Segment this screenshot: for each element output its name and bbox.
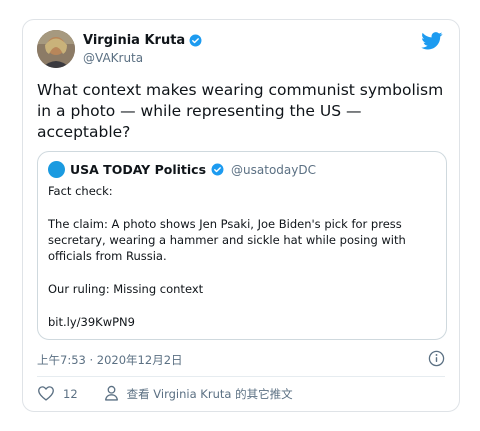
quoted-author-display-name: USA TODAY Politics bbox=[70, 162, 207, 177]
heart-icon bbox=[37, 385, 55, 404]
quoted-link[interactable]: bit.ly/39KwPN9 bbox=[48, 314, 436, 330]
quoted-tweet-header: USA TODAY Politics @usatodayDC bbox=[48, 161, 316, 178]
author-handle[interactable]: @VAKruta bbox=[83, 51, 143, 65]
quoted-paragraph: The claim: A photo shows Jen Psaki, Joe … bbox=[48, 217, 406, 263]
like-count: 12 bbox=[63, 387, 78, 401]
author-name-row[interactable]: Virginia Kruta bbox=[83, 33, 202, 48]
author-avatar[interactable] bbox=[37, 30, 75, 68]
info-icon[interactable] bbox=[428, 350, 445, 371]
view-profile-label: 查看 Virginia Kruta 的其它推文 bbox=[126, 387, 293, 401]
like-button[interactable]: 12 bbox=[37, 385, 78, 404]
verified-badge-icon bbox=[189, 34, 202, 47]
quoted-author-handle: @usatodayDC bbox=[231, 162, 316, 177]
quoted-paragraph: Fact check: bbox=[48, 184, 113, 198]
author-display-name[interactable]: Virginia Kruta bbox=[83, 33, 185, 48]
tweet-actions: 12 查看 Virginia Kruta 的其它推文 bbox=[37, 384, 293, 404]
quoted-author-avatar bbox=[48, 161, 65, 178]
person-icon bbox=[104, 385, 119, 404]
verified-badge-icon bbox=[211, 163, 224, 176]
quoted-paragraph: Our ruling: Missing context bbox=[48, 282, 204, 296]
tweet-text: What context makes wearing communist sym… bbox=[37, 81, 444, 141]
view-profile-link[interactable]: 查看 Virginia Kruta 的其它推文 bbox=[104, 385, 293, 404]
quoted-tweet[interactable]: USA TODAY Politics @usatodayDC Fact chec… bbox=[37, 151, 447, 340]
divider bbox=[37, 376, 445, 377]
quoted-tweet-body: Fact check: The claim: A photo shows Jen… bbox=[48, 183, 436, 330]
embedded-tweet-card: Virginia Kruta @VAKruta What context mak… bbox=[22, 19, 460, 412]
tweet-timestamp[interactable]: 上午7:53 · 2020年12月2日 bbox=[37, 352, 183, 368]
twitter-bird-icon[interactable] bbox=[421, 32, 443, 54]
